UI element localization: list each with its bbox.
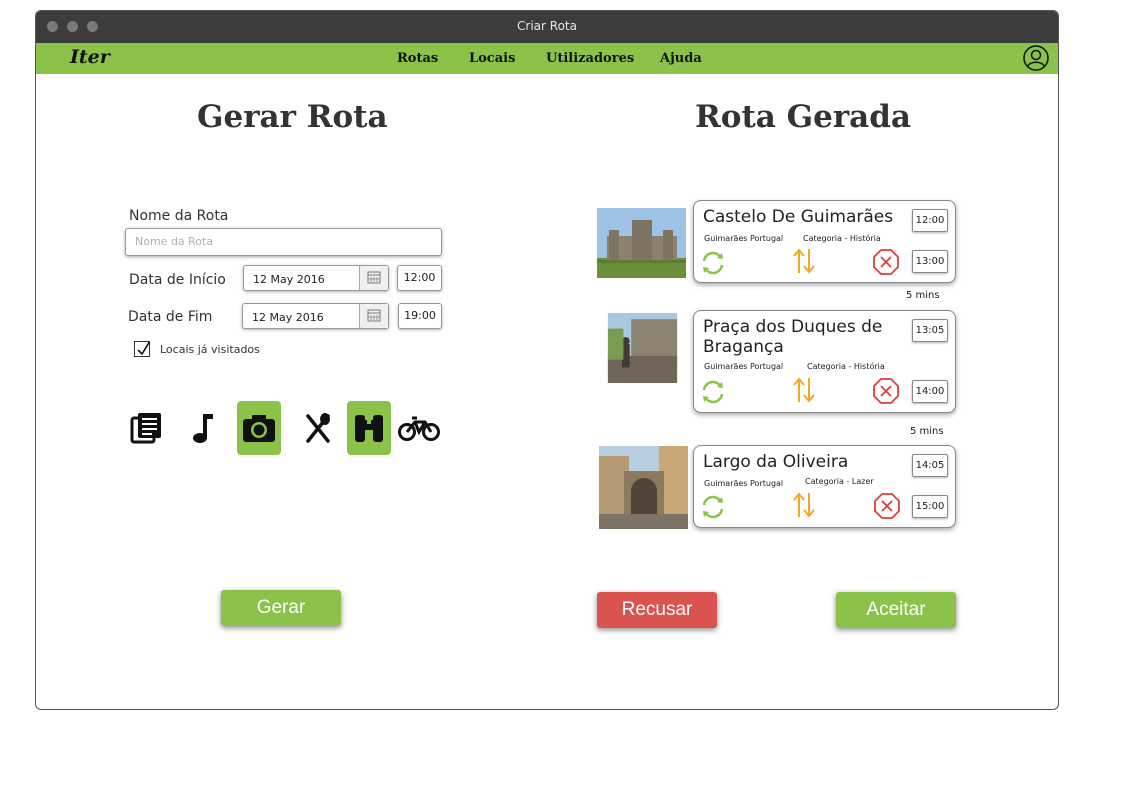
nav-utilizadores[interactable]: Utilizadores <box>546 51 634 66</box>
swap-order-icon[interactable] <box>790 491 818 519</box>
swap-order-icon[interactable] <box>790 376 818 404</box>
start-date-label: Data de Início <box>129 272 226 288</box>
calendar-icon[interactable] <box>359 266 388 290</box>
category-music[interactable] <box>182 401 226 455</box>
remove-stop-icon[interactable] <box>873 492 901 520</box>
stop-name: Praça dos Duques de Bragança <box>703 317 883 357</box>
binoculars-icon <box>355 415 383 442</box>
stop-start-time[interactable]: 12:00 <box>912 209 948 232</box>
accept-button[interactable]: Aceitar <box>836 592 956 628</box>
app-window: Criar Rota Iter Rotas Locais Utilizadore… <box>35 10 1059 710</box>
stop-location: Guimarães Portugal <box>704 234 784 243</box>
window-title: Criar Rota <box>517 19 577 33</box>
end-date-picker[interactable]: 12 May 2016 <box>242 303 389 329</box>
route-stop-card[interactable]: Castelo De Guimarães Guimarães Portugal … <box>693 200 956 283</box>
remove-stop-icon[interactable] <box>872 248 900 276</box>
start-time-input[interactable]: 12:00 <box>397 265 442 291</box>
remove-stop-icon[interactable] <box>872 377 900 405</box>
generate-route-heading: Gerar Rota <box>197 99 388 135</box>
app-logo[interactable]: Iter <box>70 46 110 68</box>
stop-category: Categoria - História <box>803 234 881 243</box>
stop-category: Categoria - História <box>807 362 885 371</box>
stop-category: Categoria - Lazer <box>805 477 874 486</box>
route-name-label: Nome da Rota <box>129 208 229 224</box>
stop-end-time[interactable]: 14:00 <box>912 380 948 403</box>
category-news[interactable] <box>125 401 169 455</box>
travel-gap-label: 5 mins <box>906 290 940 301</box>
refresh-icon[interactable] <box>699 378 727 406</box>
category-photography[interactable] <box>237 401 281 455</box>
visited-label: Locais já visitados <box>160 343 260 356</box>
user-account-icon[interactable] <box>1023 45 1049 71</box>
stop-location: Guimarães Portugal <box>704 479 784 488</box>
stop-name: Largo da Oliveira <box>703 452 849 472</box>
start-date-value: 12 May 2016 <box>253 273 325 286</box>
category-food[interactable] <box>296 401 340 455</box>
title-bar: Criar Rota <box>36 11 1058 43</box>
checkmark-icon <box>137 340 151 356</box>
category-sightseeing[interactable] <box>347 401 391 455</box>
nav-locais[interactable]: Locais <box>469 51 515 66</box>
stop-name: Castelo De Guimarães <box>703 207 894 227</box>
nav-bar: Iter Rotas Locais Utilizadores Ajuda <box>36 43 1058 74</box>
stop-start-time[interactable]: 14:05 <box>912 454 948 477</box>
category-cycling[interactable] <box>397 401 441 455</box>
swap-order-icon[interactable] <box>790 247 818 275</box>
end-date-label: Data de Fim <box>128 309 213 325</box>
camera-icon <box>243 415 275 442</box>
cutlery-icon <box>306 413 330 443</box>
oliveira-photo <box>599 446 688 529</box>
nav-ajuda[interactable]: Ajuda <box>660 51 702 66</box>
nav-rotas[interactable]: Rotas <box>397 51 438 66</box>
route-name-placeholder: Nome da Rota <box>135 235 214 248</box>
end-time-input[interactable]: 19:00 <box>398 303 442 329</box>
newspaper-icon <box>130 413 161 444</box>
reject-button[interactable]: Recusar <box>597 592 717 628</box>
calendar-icon[interactable] <box>359 304 388 328</box>
visited-checkbox[interactable] <box>134 340 151 357</box>
music-note-icon <box>193 414 213 443</box>
start-date-picker[interactable]: 12 May 2016 <box>243 265 389 291</box>
route-stop-card[interactable]: Praça dos Duques de Bragança Guimarães P… <box>693 310 956 413</box>
stop-start-time[interactable]: 13:05 <box>912 319 948 342</box>
refresh-icon[interactable] <box>699 493 727 521</box>
generated-route-heading: Rota Gerada <box>695 99 912 135</box>
refresh-icon[interactable] <box>699 249 727 277</box>
route-stop-card[interactable]: Largo da Oliveira Guimarães Portugal Cat… <box>693 445 956 528</box>
castle-photo <box>597 208 686 278</box>
stop-end-time[interactable]: 13:00 <box>912 250 948 273</box>
end-date-value: 12 May 2016 <box>252 311 324 324</box>
square-photo <box>607 313 678 383</box>
route-name-input[interactable]: Nome da Rota <box>125 228 442 256</box>
generate-button[interactable]: Gerar <box>221 590 341 626</box>
stop-end-time[interactable]: 15:00 <box>912 495 948 518</box>
travel-gap-label: 5 mins <box>910 426 944 437</box>
bicycle-icon <box>398 416 440 441</box>
stop-location: Guimarães Portugal <box>704 362 784 371</box>
